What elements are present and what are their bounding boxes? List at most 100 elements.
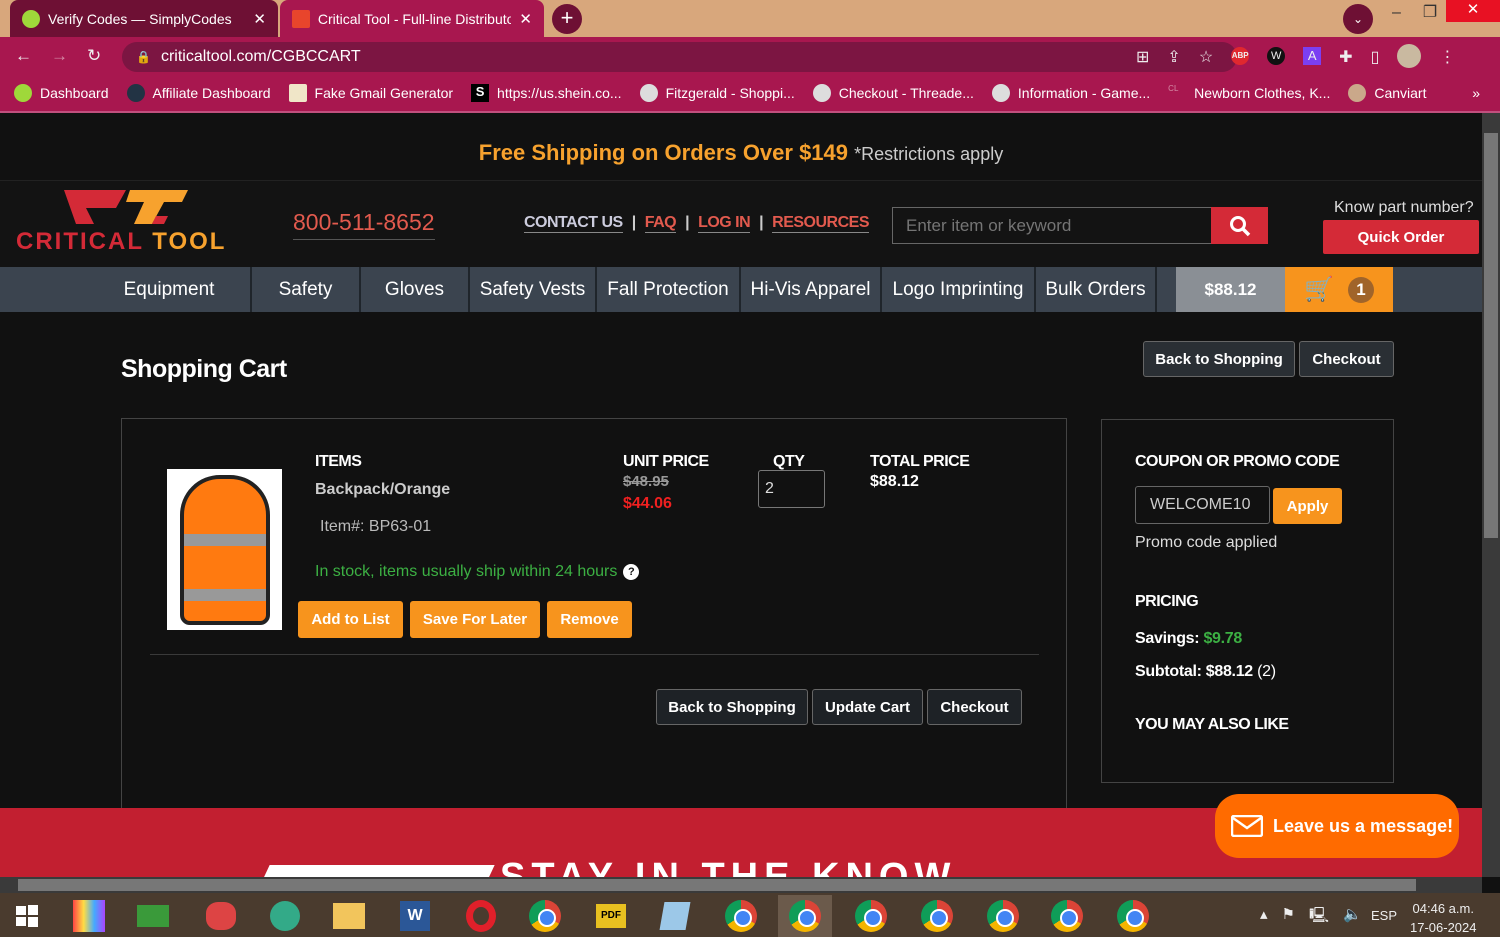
back-to-shopping-button[interactable]: Back to Shopping [656,689,808,725]
remove-button[interactable]: Remove [547,601,632,638]
close-tab-icon[interactable]: ✕ [519,10,532,28]
side-panel-icon[interactable]: ▯ [1371,47,1380,68]
line-total: $88.12 [870,473,919,490]
apply-button[interactable]: Apply [1273,488,1342,524]
stay-in-the-know-heading: STAY IN THE KNOW [500,856,957,877]
savings-row: Savings: $9.78 [1135,630,1242,647]
bookmark-newborn[interactable]: CL Newborn Clothes, K... [1168,84,1330,102]
unit-price-header: UNIT PRICE [623,453,709,470]
nav-safety-vests[interactable]: Safety Vests [470,267,597,312]
a-extension-icon[interactable]: A [1303,47,1322,65]
chrome-window[interactable] [976,895,1030,937]
search-input[interactable] [892,207,1212,244]
tab-critical-tool[interactable]: Critical Tool - Full-line Distributor ✕ [280,0,544,37]
bookmark-shein[interactable]: Shttps://us.shein.co... [471,84,622,102]
opera-icon[interactable] [454,895,508,937]
profile-avatar[interactable] [1397,44,1422,68]
resources-link[interactable]: RESOURCES [772,214,870,233]
forward-icon[interactable]: → [51,46,68,66]
cart-button[interactable]: 🛒 1 [1285,267,1393,312]
app-icon[interactable] [62,895,116,937]
show-hidden-icons[interactable]: ▴ [1260,905,1268,930]
nav-bulk-orders[interactable]: Bulk Orders [1036,267,1157,312]
chrome-window[interactable] [910,895,964,937]
close-window-button[interactable]: ✕ [1446,0,1500,22]
w-extension-icon[interactable]: W [1267,47,1286,65]
adblock-icon[interactable]: ABP [1231,47,1250,65]
chrome-window-active[interactable] [778,895,832,937]
more-bookmarks-button[interactable]: » [1472,85,1480,101]
back-icon[interactable]: ← [15,46,32,66]
extensions-puzzle-icon[interactable]: ✚ [1339,47,1352,68]
chrome-window[interactable] [1040,895,1094,937]
chrome-window[interactable] [1106,895,1160,937]
nav-fall-protection[interactable]: Fall Protection [597,267,741,312]
bookmark-canviart[interactable]: Canviart [1348,84,1426,102]
volume-icon[interactable]: 🔈 [1343,905,1362,930]
search-button[interactable] [1211,207,1268,244]
language-indicator[interactable]: ESP [1371,908,1397,923]
nav-logo-imprinting[interactable]: Logo Imprinting [882,267,1036,312]
vertical-scrollbar[interactable] [1482,113,1500,877]
login-link[interactable]: LOG IN [698,214,751,233]
cart-total[interactable]: $88.12 [1176,267,1285,312]
critical-tool-logo[interactable]: CRITICAL TOOL [16,188,236,258]
quick-order-button[interactable]: Quick Order [1323,220,1479,254]
add-to-list-button[interactable]: Add to List [298,601,403,638]
start-button[interactable] [0,895,54,937]
app-icon[interactable] [126,895,180,937]
chrome-window[interactable] [844,895,898,937]
file-explorer-icon[interactable] [322,895,376,937]
tab-verify-codes[interactable]: Verify Codes — SimplyCodes ✕ [10,0,278,37]
clock[interactable]: 04:46 a.m. 17-06-2024 [1410,899,1477,937]
new-tab-button[interactable]: + [552,4,582,34]
nav-hi-vis-apparel[interactable]: Hi-Vis Apparel [741,267,882,312]
update-cart-button[interactable]: Update Cart [812,689,923,725]
action-center-flag-icon[interactable]: ⚑ [1282,905,1295,930]
pricing-title: PRICING [1135,593,1199,610]
address-bar[interactable]: 🔒 criticaltool.com/CGBCCART [122,42,1237,72]
horizontal-scrollbar[interactable] [0,877,1482,893]
promo-code-input[interactable] [1135,486,1270,524]
cart-icon: 🛒 [1304,276,1334,303]
nav-safety[interactable]: Safety [252,267,361,312]
bookmark-fake-gmail[interactable]: Fake Gmail Generator [288,84,453,102]
share-icon[interactable]: ⇪ [1167,47,1180,68]
nav-equipment[interactable]: Equipment [88,267,252,312]
close-tab-icon[interactable]: ✕ [253,10,266,28]
word-icon[interactable]: W [388,895,442,937]
checkout-button[interactable]: Checkout [927,689,1022,725]
promo-applied-message: Promo code applied [1135,534,1278,551]
pdf-icon[interactable]: PDF [584,895,638,937]
faq-link[interactable]: FAQ [644,214,677,233]
menu-icon[interactable]: ⋮ [1439,47,1455,68]
phone-number[interactable]: 800-511-8652 [293,209,435,240]
app-icon[interactable] [194,895,248,937]
back-to-shopping-button-top[interactable]: Back to Shopping [1143,341,1295,377]
network-icon[interactable]: 🖳 [1309,905,1329,930]
save-for-later-button[interactable]: Save For Later [410,601,540,638]
bookmark-fitzgerald[interactable]: Fitzgerald - Shoppi... [639,84,795,102]
chrome-icon[interactable] [518,895,572,937]
free-shipping-banner: Free Shipping on Orders Over $149 *Restr… [478,140,1004,165]
leave-message-chat-button[interactable]: Leave us a message! [1215,794,1459,858]
app-icon[interactable] [648,895,702,937]
bookmark-affiliate[interactable]: Affiliate Dashboard [126,84,271,102]
reload-icon[interactable]: ↻ [87,46,101,66]
tab-search-button[interactable]: ⌄ [1343,4,1373,34]
nav-gloves[interactable]: Gloves [361,267,470,312]
bookmark-checkout[interactable]: Checkout - Threade... [812,84,974,102]
translate-icon[interactable]: ⊞ [1136,47,1149,68]
product-name-link[interactable]: Backpack/Orange [315,481,450,499]
help-icon[interactable]: ? [623,564,640,580]
system-tray: ▴ ⚑ 🖳 🔈 [1260,905,1362,930]
product-image[interactable] [167,469,282,630]
bookmark-star-icon[interactable]: ☆ [1199,47,1213,68]
app-icon[interactable] [258,895,312,937]
chrome-window[interactable] [714,895,768,937]
bookmark-dashboard[interactable]: Dashboard [14,84,109,102]
contact-us-link[interactable]: CONTACT US [524,214,623,233]
checkout-button-top[interactable]: Checkout [1299,341,1394,377]
bookmark-information[interactable]: Information - Game... [991,84,1150,102]
quantity-input[interactable] [758,470,825,508]
